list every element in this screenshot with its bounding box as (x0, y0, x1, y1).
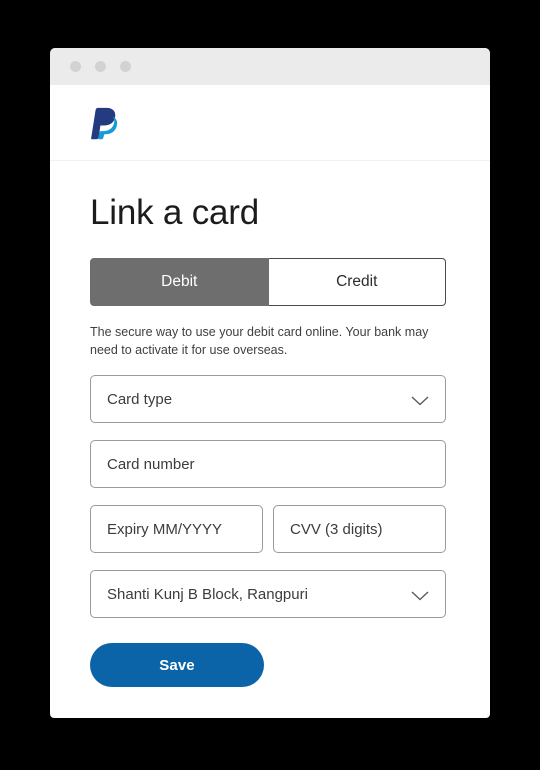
card-kind-tabs: Debit Credit (90, 257, 446, 306)
save-button[interactable]: Save (90, 643, 264, 688)
browser-window: Link a card Debit Credit The secure way … (50, 48, 490, 718)
card-form: Link a card Debit Credit The secure way … (50, 161, 490, 688)
expiry-cvv-row: Expiry MM/YYYY CVV (3 digits) (90, 505, 446, 554)
cvv-placeholder: CVV (3 digits) (290, 520, 383, 538)
cvv-input[interactable]: CVV (3 digits) (273, 505, 446, 554)
chevron-down-icon (411, 589, 429, 601)
helper-text: The secure way to use your debit card on… (90, 324, 429, 357)
card-number-placeholder: Card number (107, 455, 195, 473)
window-dot-close[interactable] (70, 61, 81, 72)
tab-credit[interactable]: Credit (268, 257, 446, 306)
card-type-value: Card type (107, 390, 173, 408)
billing-address-value: Shanti Kunj B Block, Rangpuri (107, 585, 308, 603)
page-title: Link a card (90, 193, 260, 232)
chevron-down-icon (411, 394, 429, 406)
card-type-select[interactable]: Card type (90, 375, 446, 424)
brand-header (50, 85, 490, 161)
expiry-placeholder: Expiry MM/YYYY (107, 520, 223, 538)
tab-debit[interactable]: Debit (90, 257, 269, 306)
window-dot-maximize[interactable] (120, 61, 131, 72)
billing-address-select[interactable]: Shanti Kunj B Block, Rangpuri (90, 570, 446, 619)
window-titlebar (50, 48, 490, 85)
paypal-logo-icon (90, 106, 118, 140)
window-dot-minimize[interactable] (95, 61, 106, 72)
card-number-input[interactable]: Card number (90, 440, 446, 489)
expiry-input[interactable]: Expiry MM/YYYY (90, 505, 263, 554)
